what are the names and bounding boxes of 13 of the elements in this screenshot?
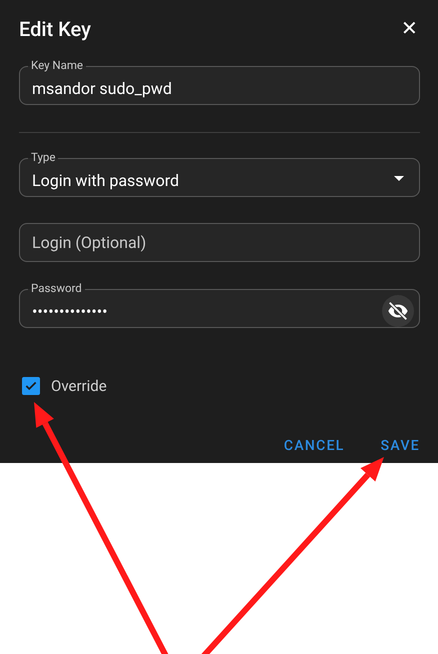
override-checkbox[interactable] [22, 377, 40, 395]
checkmark-icon [24, 379, 38, 393]
dropdown-caret-icon [394, 176, 404, 181]
field-label: Key Name [28, 59, 86, 72]
cancel-button[interactable]: CANCEL [276, 432, 353, 460]
field-label: Password [28, 282, 85, 295]
eye-off-icon [387, 300, 409, 322]
text-field[interactable]: Login (Optional) [19, 223, 420, 262]
dialog-title: Edit Key [19, 17, 91, 41]
field-label: Type [28, 151, 58, 164]
save-button[interactable]: SAVE [372, 432, 428, 460]
checkbox-label: Override [51, 377, 107, 395]
close-button[interactable]: ✕ [399, 19, 420, 39]
